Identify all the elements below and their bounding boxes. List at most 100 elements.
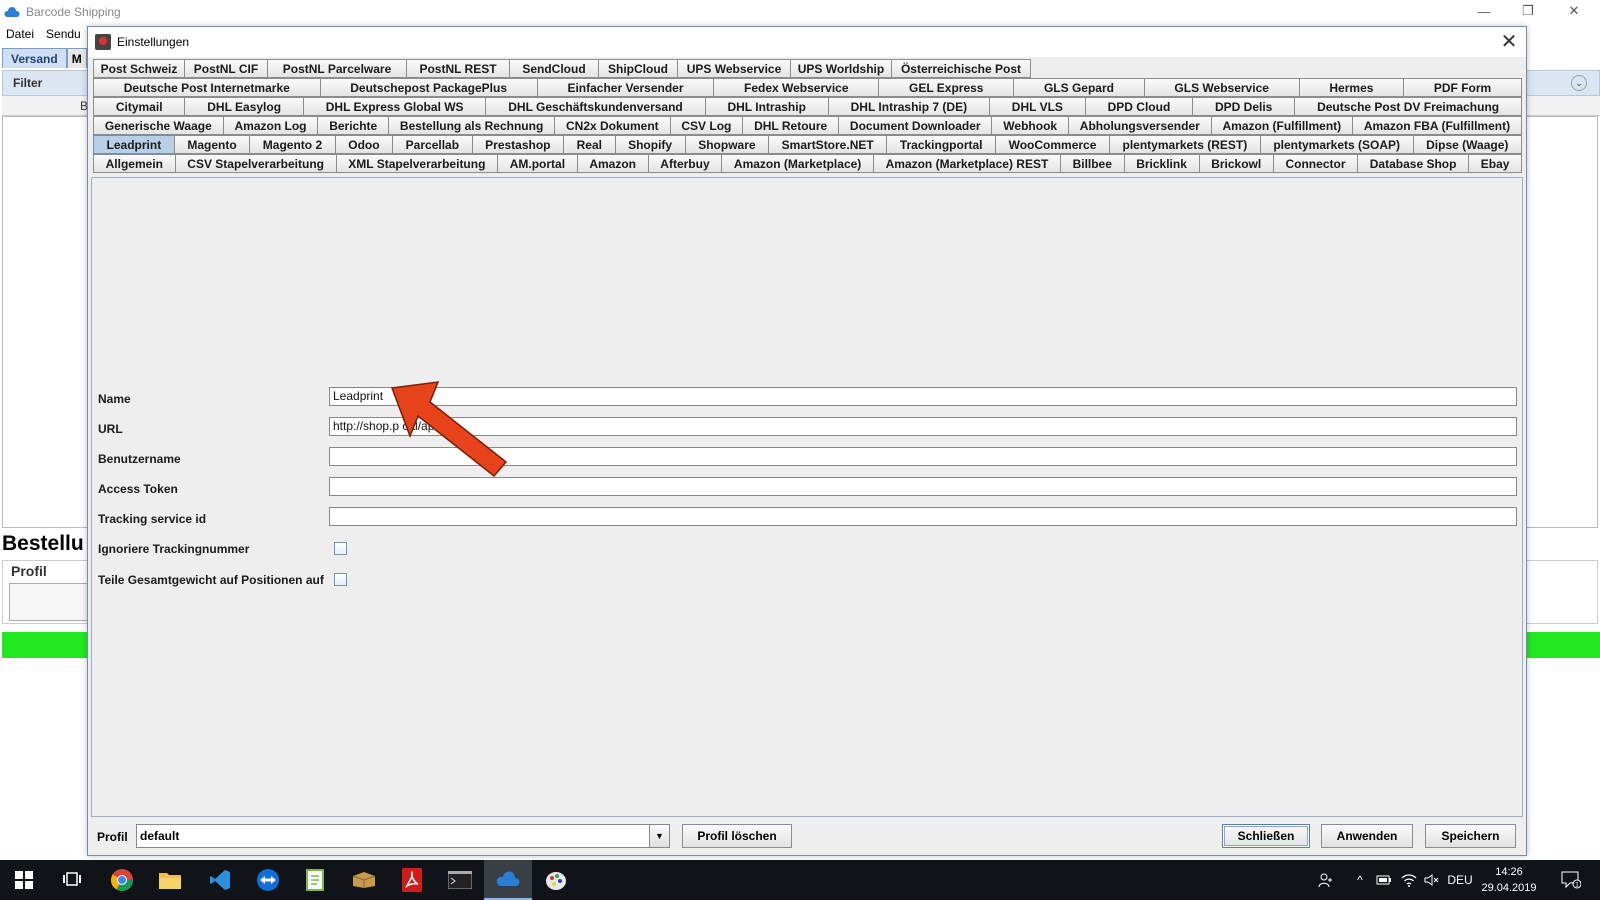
split-weight-checkbox[interactable] xyxy=(334,573,347,586)
tab-magento[interactable]: Magento xyxy=(173,135,251,154)
chevron-down-icon[interactable]: ▼ xyxy=(649,825,669,847)
tab-dhl-vls[interactable]: DHL VLS xyxy=(988,97,1086,116)
tab-berichte[interactable]: Berichte xyxy=(317,116,390,135)
tab-dpd-cloud[interactable]: DPD Cloud xyxy=(1084,97,1194,116)
tab-deutsche-post-internetmarke[interactable]: Deutsche Post Internetmarke xyxy=(93,78,321,97)
close-icon[interactable]: ✕ xyxy=(1498,31,1520,53)
menu-sendungen[interactable]: Sendu xyxy=(46,27,81,41)
delete-profile-button[interactable]: Profil löschen xyxy=(682,824,792,848)
package-icon[interactable] xyxy=(340,860,388,900)
tab-dhl-geschäftskundenversand[interactable]: DHL Geschäftskundenversand xyxy=(485,97,706,116)
tab-allgemein[interactable]: Allgemein xyxy=(93,154,176,173)
tab-amazon-marketplace[interactable]: Amazon (Marketplace) xyxy=(721,154,874,173)
clock[interactable]: 14:26 29.04.2019 xyxy=(1474,864,1544,896)
chrome-icon[interactable] xyxy=(98,860,146,900)
tab-plentymarkets-soap[interactable]: plentymarkets (SOAP) xyxy=(1259,135,1414,154)
tab-dpd-delis[interactable]: DPD Delis xyxy=(1192,97,1296,116)
tab-leadprint[interactable]: Leadprint xyxy=(93,135,175,154)
wifi-icon[interactable] xyxy=(1400,860,1418,900)
menu-datei[interactable]: Datei xyxy=(6,27,34,41)
tab-plentymarkets-rest[interactable]: plentymarkets (REST) xyxy=(1108,135,1261,154)
tab-csv-log[interactable]: CSV Log xyxy=(669,116,744,135)
tab-billbee[interactable]: Billbee xyxy=(1059,154,1125,173)
tab-fedex-webservice[interactable]: Fedex Webservice xyxy=(713,78,880,97)
tab-amazon[interactable]: Amazon xyxy=(576,154,649,173)
tab-abholungsversender[interactable]: Abholungsversender xyxy=(1067,116,1212,135)
language-indicator[interactable]: DEU xyxy=(1446,860,1474,900)
tab-afterbuy[interactable]: Afterbuy xyxy=(647,154,723,173)
chevron-up-icon[interactable]: ^ xyxy=(1352,860,1368,900)
apply-button[interactable]: Anwenden xyxy=(1321,824,1413,848)
tab-document-downloader[interactable]: Document Downloader xyxy=(838,116,993,135)
tab-connector[interactable]: Connector xyxy=(1272,154,1359,173)
tab-einfacher-versender[interactable]: Einfacher Versender xyxy=(536,78,715,97)
tab-bricklink[interactable]: Bricklink xyxy=(1123,154,1200,173)
ignore-tracking-checkbox[interactable] xyxy=(334,542,347,555)
tab-database-shop[interactable]: Database Shop xyxy=(1357,154,1470,173)
tab-odoo[interactable]: Odoo xyxy=(334,135,394,154)
tab-m[interactable]: M xyxy=(66,48,87,68)
chevron-down-icon[interactable]: ⌄ xyxy=(1571,75,1587,91)
profile-select[interactable]: default ▼ xyxy=(136,824,670,848)
tab-dhl-express-global-ws[interactable]: DHL Express Global WS xyxy=(302,97,487,116)
tab-amazon-marketplace-rest[interactable]: Amazon (Marketplace) REST xyxy=(872,154,1061,173)
windows-start-icon[interactable] xyxy=(0,860,48,900)
tab-woocommerce[interactable]: WooCommerce xyxy=(995,135,1110,154)
task-view-icon[interactable] xyxy=(48,860,96,900)
tab-shipcloud[interactable]: ShipCloud xyxy=(598,59,678,78)
tab-dhl-intraship-7-de[interactable]: DHL Intraship 7 (DE) xyxy=(827,97,990,116)
tab-trackingportal[interactable]: Trackingportal xyxy=(886,135,997,154)
tab-postnl-cif[interactable]: PostNL CIF xyxy=(184,59,268,78)
tab-amazon-log[interactable]: Amazon Log xyxy=(222,116,319,135)
save-button[interactable]: Speichern xyxy=(1425,824,1516,848)
tab-dhl-easylog[interactable]: DHL Easylog xyxy=(184,97,304,116)
tab-amazon-fba-fulfillment[interactable]: Amazon FBA (Fulfillment) xyxy=(1352,116,1522,135)
tab-postnl-parcelware[interactable]: PostNL Parcelware xyxy=(267,59,407,78)
tab-post-schweiz[interactable]: Post Schweiz xyxy=(93,59,185,78)
teamviewer-icon[interactable] xyxy=(244,860,292,900)
tab-dhl-retoure[interactable]: DHL Retoure xyxy=(742,116,840,135)
tab-gls-webservice[interactable]: GLS Webservice xyxy=(1143,78,1300,97)
terminal-icon[interactable] xyxy=(436,860,484,900)
tab-gel-express[interactable]: GEL Express xyxy=(878,78,1015,97)
tab-dhl-intraship[interactable]: DHL Intraship xyxy=(704,97,829,116)
tab-österreichische-post[interactable]: Österreichische Post xyxy=(891,59,1031,78)
tab-bestellung-als-rechnung[interactable]: Bestellung als Rechnung xyxy=(388,116,556,135)
tab-webhook[interactable]: Webhook xyxy=(991,116,1069,135)
vscode-icon[interactable] xyxy=(196,860,244,900)
tab-ups-webservice[interactable]: UPS Webservice xyxy=(677,59,791,78)
tab-ebay[interactable]: Ebay xyxy=(1468,154,1523,173)
tab-cn2x-dokument[interactable]: CN2x Dokument xyxy=(554,116,671,135)
tab-dipse-waage[interactable]: Dipse (Waage) xyxy=(1412,135,1522,154)
tab-pdf-form[interactable]: PDF Form xyxy=(1403,78,1522,97)
tab-parcellab[interactable]: Parcellab xyxy=(392,135,473,154)
tab-ups-worldship[interactable]: UPS Worldship xyxy=(790,59,892,78)
barcode-shipping-taskbar-icon[interactable] xyxy=(484,860,532,900)
restore-icon[interactable]: ❐ xyxy=(1506,0,1550,22)
tab-brickowl[interactable]: Brickowl xyxy=(1198,154,1274,173)
tracking-service-id-input[interactable] xyxy=(329,507,1517,526)
tab-citymail[interactable]: Citymail xyxy=(93,97,186,116)
tab-deutsche-post-dv-freimachung[interactable]: Deutsche Post DV Freimachung xyxy=(1294,97,1522,116)
tab-deutschepost-packageplus[interactable]: Deutschepost PackagePlus xyxy=(319,78,538,97)
tab-sendcloud[interactable]: SendCloud xyxy=(509,59,599,78)
notification-center-icon[interactable]: 1 xyxy=(1556,860,1586,900)
tab-postnl-rest[interactable]: PostNL REST xyxy=(406,59,510,78)
tab-xml-stapelverarbeitung[interactable]: XML Stapelverarbeitung xyxy=(335,154,499,173)
tab-amazon-fulfillment[interactable]: Amazon (Fulfillment) xyxy=(1210,116,1354,135)
notepad-icon[interactable] xyxy=(292,860,340,900)
tab-csv-stapelverarbeitung[interactable]: CSV Stapelverarbeitung xyxy=(174,154,337,173)
file-explorer-icon[interactable] xyxy=(146,860,194,900)
close-icon[interactable]: ✕ xyxy=(1552,0,1596,22)
speaker-muted-icon[interactable] xyxy=(1422,860,1442,900)
tab-hermes[interactable]: Hermes xyxy=(1298,78,1405,97)
tab-gls-gepard[interactable]: GLS Gepard xyxy=(1013,78,1145,97)
people-icon[interactable] xyxy=(1316,860,1336,900)
tab-am-portal[interactable]: AM.portal xyxy=(497,154,578,173)
tab-shopify[interactable]: Shopify xyxy=(614,135,686,154)
paint-icon[interactable] xyxy=(532,860,580,900)
tab-magento-2[interactable]: Magento 2 xyxy=(249,135,336,154)
tab-versand[interactable]: Versand xyxy=(2,48,67,68)
tab-smartstore-net[interactable]: SmartStore.NET xyxy=(768,135,888,154)
close-button[interactable]: Schließen xyxy=(1222,824,1310,848)
